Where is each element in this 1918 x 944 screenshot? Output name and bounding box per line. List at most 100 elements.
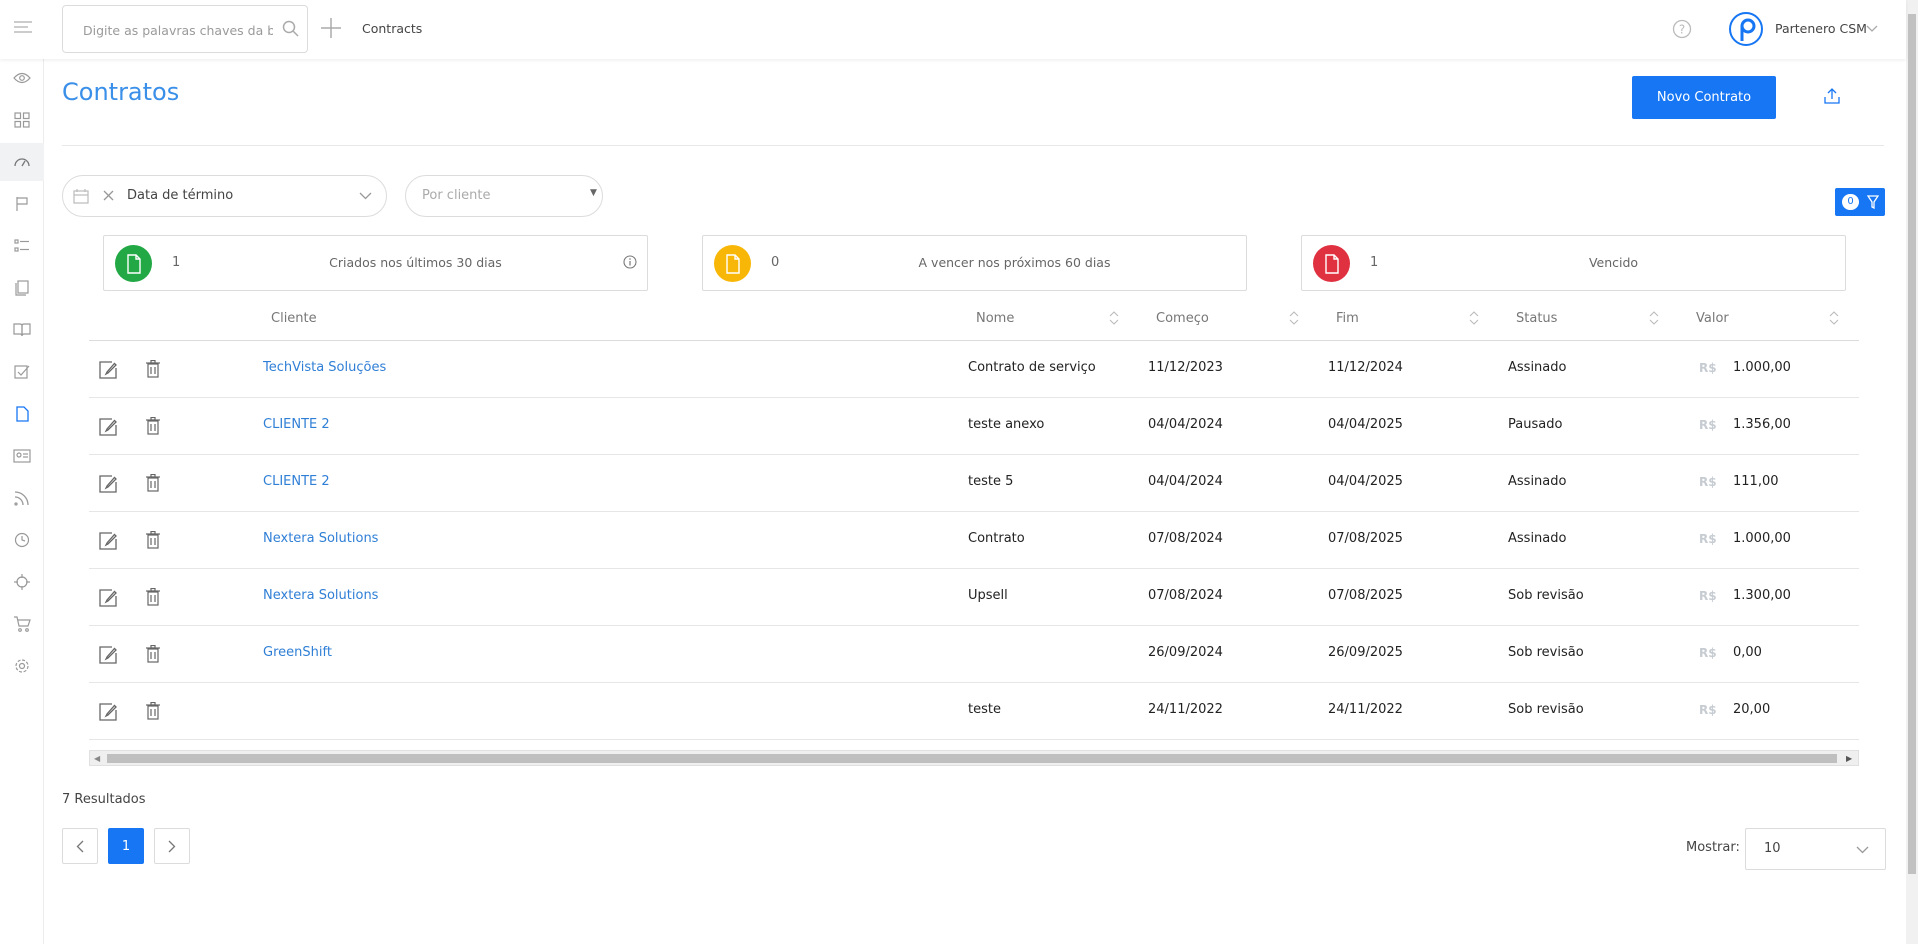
- trash-icon[interactable]: [146, 360, 160, 378]
- add-icon[interactable]: [320, 17, 342, 39]
- stat-card-expired: 1 Vencido: [1301, 235, 1846, 291]
- sidebar-item-settings[interactable]: [0, 647, 44, 685]
- sidebar-item-tasks[interactable]: [0, 353, 44, 391]
- svg-text:?: ?: [1679, 23, 1685, 37]
- client-filter-select[interactable]: Por cliente ▼: [405, 175, 603, 217]
- edit-icon[interactable]: [98, 360, 118, 380]
- client-link[interactable]: CLIENTE 2: [263, 417, 330, 432]
- client-link[interactable]: TechVista Soluções: [263, 360, 386, 375]
- table-header: Cliente Nome Começo Fim Status Valor: [89, 301, 1859, 341]
- sidebar-item-goals[interactable]: [0, 563, 44, 601]
- sidebar-item-dashboard[interactable]: [0, 143, 44, 181]
- prev-page-button[interactable]: [62, 828, 98, 864]
- page-size-select[interactable]: 10: [1745, 828, 1886, 870]
- edit-icon[interactable]: [98, 588, 118, 608]
- sort-icon[interactable]: [1109, 310, 1119, 326]
- table-row: TechVista Soluções Contrato de serviço 1…: [89, 341, 1859, 398]
- stat-card-created: 1 Criados nos últimos 30 dias: [103, 235, 648, 291]
- date-filter[interactable]: Data de término: [62, 175, 387, 217]
- stat-count: 1: [172, 255, 181, 270]
- contract-name: Contrato de serviço: [968, 360, 1096, 375]
- client-link[interactable]: CLIENTE 2: [263, 474, 330, 489]
- target-icon: [14, 574, 30, 590]
- edit-icon[interactable]: [98, 474, 118, 494]
- scrollbar-thumb[interactable]: [107, 754, 1837, 763]
- sidebar-item-apps[interactable]: [0, 101, 44, 139]
- vertical-scrollbar[interactable]: [1906, 0, 1918, 944]
- stat-label: A vencer nos próximos 60 dias: [918, 255, 1111, 270]
- status: Assinado: [1508, 474, 1567, 489]
- sidebar-item-contacts[interactable]: [0, 437, 44, 475]
- column-header-nome[interactable]: Nome: [976, 311, 1014, 326]
- trash-icon[interactable]: [146, 531, 160, 549]
- top-bar: Contracts ? Partenero CSM: [0, 0, 1906, 59]
- edit-icon[interactable]: [98, 645, 118, 665]
- scroll-left-icon[interactable]: ◀: [94, 754, 100, 763]
- trash-icon[interactable]: [146, 645, 160, 663]
- filter-count-badge: 0: [1842, 194, 1859, 210]
- sidebar-item-contracts[interactable]: [0, 395, 44, 433]
- client-link[interactable]: Nextera Solutions: [263, 588, 378, 603]
- status: Sob revisão: [1508, 645, 1584, 660]
- column-header-comeco[interactable]: Começo: [1156, 311, 1209, 326]
- trash-icon[interactable]: [146, 417, 160, 435]
- help-icon[interactable]: ?: [1672, 19, 1692, 39]
- start-date: 07/08/2024: [1148, 588, 1223, 603]
- menu-icon[interactable]: [13, 20, 33, 36]
- breadcrumb: Contracts: [362, 21, 423, 36]
- chevron-down-icon[interactable]: [1866, 25, 1878, 33]
- sidebar-item-store[interactable]: [0, 605, 44, 643]
- status: Sob revisão: [1508, 702, 1584, 717]
- avatar[interactable]: [1728, 11, 1764, 47]
- chevron-left-icon: [76, 840, 84, 853]
- info-icon[interactable]: [623, 255, 637, 269]
- trash-icon[interactable]: [146, 702, 160, 720]
- client-link[interactable]: Nextera Solutions: [263, 531, 378, 546]
- sidebar-item-lists[interactable]: [0, 227, 44, 265]
- sidebar-item-flags[interactable]: [0, 185, 44, 223]
- column-header-valor[interactable]: Valor: [1696, 311, 1729, 326]
- sidebar-item-knowledge[interactable]: [0, 311, 44, 349]
- horizontal-scrollbar[interactable]: ◀ ▶: [89, 750, 1859, 766]
- export-icon[interactable]: [1824, 88, 1840, 104]
- search-box: [62, 5, 308, 53]
- trash-icon[interactable]: [146, 588, 160, 606]
- edit-icon[interactable]: [98, 531, 118, 551]
- new-contract-button[interactable]: Novo Contrato: [1632, 76, 1776, 119]
- search-input[interactable]: [83, 20, 273, 40]
- sort-icon[interactable]: [1829, 310, 1839, 326]
- filter-button[interactable]: 0: [1835, 188, 1885, 216]
- sort-icon[interactable]: [1649, 310, 1659, 326]
- stat-label: Criados nos últimos 30 dias: [329, 255, 502, 270]
- document-icon: [115, 245, 152, 282]
- scrollbar-thumb[interactable]: [1908, 14, 1916, 874]
- client-link[interactable]: GreenShift: [263, 645, 332, 660]
- user-name[interactable]: Partenero CSM: [1775, 21, 1867, 36]
- calendar-icon: [73, 188, 89, 204]
- sort-icon[interactable]: [1469, 310, 1479, 326]
- column-header-status[interactable]: Status: [1516, 311, 1557, 326]
- next-page-button[interactable]: [154, 828, 190, 864]
- currency-symbol: R$: [1699, 418, 1717, 432]
- scroll-right-icon[interactable]: ▶: [1846, 754, 1852, 763]
- contract-name: Upsell: [968, 588, 1008, 603]
- sort-icon[interactable]: [1289, 310, 1299, 326]
- sidebar-item-documents[interactable]: [0, 269, 44, 307]
- end-date: 26/09/2025: [1328, 645, 1403, 660]
- start-date: 04/04/2024: [1148, 474, 1223, 489]
- sidebar-item-history[interactable]: [0, 521, 44, 559]
- column-header-fim[interactable]: Fim: [1336, 311, 1359, 326]
- trash-icon[interactable]: [146, 474, 160, 492]
- start-date: 11/12/2023: [1148, 360, 1223, 375]
- end-date: 07/08/2025: [1328, 588, 1403, 603]
- search-icon[interactable]: [282, 20, 300, 38]
- page-button-current[interactable]: 1: [108, 828, 144, 864]
- currency-symbol: R$: [1699, 532, 1717, 546]
- sidebar-item-overview[interactable]: [0, 59, 44, 97]
- edit-icon[interactable]: [98, 702, 118, 722]
- edit-icon[interactable]: [98, 417, 118, 437]
- stat-count: 0: [771, 255, 780, 270]
- sidebar-item-feed[interactable]: [0, 479, 44, 517]
- clear-date-icon[interactable]: [103, 190, 114, 201]
- column-header-cliente[interactable]: Cliente: [271, 311, 317, 326]
